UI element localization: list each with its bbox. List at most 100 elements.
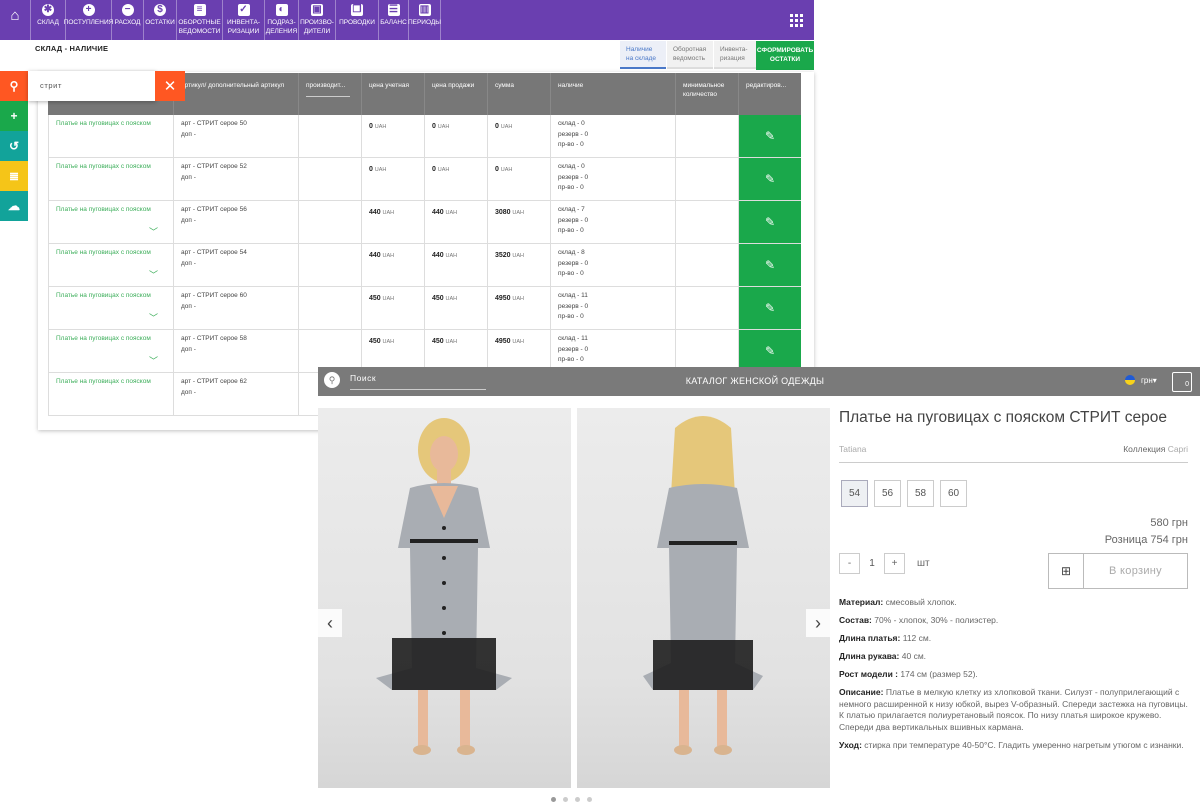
money-value: 440	[432, 209, 444, 216]
toolbar-button[interactable]: + ПОСТУПЛЕНИЯ	[64, 0, 113, 40]
edit-button[interactable]: ✎	[739, 330, 801, 372]
pencil-icon: ✎	[764, 214, 776, 229]
search-input[interactable]: стрит	[28, 71, 156, 101]
money-value: 440	[432, 252, 444, 259]
currency-label: грн	[1141, 376, 1153, 385]
price: 580 грн	[1150, 517, 1188, 529]
toolbar-button[interactable]: ≡ ОБОРОТНЫЕ ВЕДОМОСТИ	[177, 0, 223, 40]
article-cell: арт - СТРИТ серое 60 доп -	[174, 287, 299, 329]
product-name-link[interactable]: Платье на пуговицах с пояском	[56, 163, 151, 170]
cost-cell: 450 UAH	[362, 287, 425, 329]
toolbar-button[interactable]: − РАСХОД	[112, 0, 144, 40]
table-row: Платье на пуговицах с пояском ﹀ арт - СТРИ…	[48, 287, 801, 330]
next-photo-button[interactable]: ›	[806, 609, 830, 637]
apps-grid-button[interactable]	[778, 0, 814, 40]
product-name-link[interactable]: Платье на пуговицах с пояском	[56, 378, 151, 385]
spec-key: Длина рукава:	[839, 651, 900, 661]
money-value: 0	[432, 123, 436, 130]
edit-button[interactable]: ✎	[739, 287, 801, 329]
article-text: арт - СТРИТ серое 52	[181, 163, 247, 170]
upload-button[interactable]: ☁	[0, 191, 28, 221]
product-name-link[interactable]: Платье на пуговицах с пояском	[56, 249, 151, 256]
currency-label: UAH	[512, 210, 525, 216]
extra-article-text: доп -	[181, 173, 196, 181]
cart-icon[interactable]: 0	[1172, 372, 1192, 392]
money-value: 4950	[495, 295, 511, 302]
product-name-cell[interactable]: Платье на пуговицах с пояском	[48, 115, 174, 157]
toolbar-button[interactable]: ✓ ИНВЕНТА- РИЗАЦИИ	[223, 0, 265, 40]
article-cell: арт - СТРИТ серое 58 доп -	[174, 330, 299, 372]
article-cell: арт - СТРИТ серое 52 доп -	[174, 158, 299, 200]
availability-cell: склад - 7 резерв - 0 пр-во - 0	[551, 201, 676, 243]
min-qty-cell	[676, 201, 739, 243]
product-name-link[interactable]: Платье на пуговицах с пояском	[56, 206, 151, 213]
cart-count: 0	[1185, 381, 1189, 388]
product-name-link[interactable]: Платье на пуговицах с пояском	[56, 292, 151, 299]
tab-inventory[interactable]: Инвента- ризация	[714, 41, 756, 69]
currency-label: UAH	[382, 253, 395, 259]
history-button[interactable]: ↺	[0, 131, 28, 161]
product-name-cell[interactable]: Платье на пуговицах с пояском ﹀	[48, 201, 174, 243]
spec-line: Рост модели : 174 см (размер 52).	[839, 669, 1189, 681]
size-option[interactable]: 60	[940, 480, 967, 507]
shop-search-input[interactable]: Поиск	[350, 373, 486, 390]
size-option[interactable]: 56	[874, 480, 901, 507]
currency-selector[interactable]: грн▾	[1141, 376, 1157, 385]
product-name-cell[interactable]: Платье на пуговицах с пояском ﹀	[48, 330, 174, 372]
product-name-cell[interactable]: Платье на пуговицах с пояском ﹀	[48, 244, 174, 286]
tab-stock[interactable]: Наличие на складе	[620, 41, 666, 69]
search-icon: ⚲	[9, 79, 19, 93]
reserve-text: резерв - 0	[558, 302, 589, 310]
search-button[interactable]: ⚲	[0, 71, 28, 101]
chevron-down-icon[interactable]: ﹀	[149, 271, 158, 280]
add-button[interactable]: +	[0, 101, 28, 131]
product-name-cell[interactable]: Платье на пуговицах с пояском	[48, 158, 174, 200]
edit-button[interactable]: ✎	[739, 115, 801, 157]
toolbar-button[interactable]: ◐ ПОДРАЗ- ДЕЛЕНИЯ	[265, 0, 299, 40]
product-name-link[interactable]: Платье на пуговицах с пояском	[56, 120, 151, 127]
home-button[interactable]: ⌂	[0, 0, 31, 40]
edit-button[interactable]: ✎	[739, 244, 801, 286]
edit-button[interactable]: ✎	[739, 201, 801, 243]
toolbar-button[interactable]: $ ОСТАТКИ	[144, 0, 177, 40]
edit-button[interactable]: ✎	[739, 158, 801, 200]
pencil-icon: ✎	[764, 343, 776, 358]
size-option[interactable]: 54	[841, 480, 868, 507]
pages-icon: ❐	[351, 4, 363, 16]
prev-photo-button[interactable]: ‹	[318, 609, 342, 637]
form-balance-button[interactable]: СФОРМИРОВАТЬ ОСТАТКИ	[756, 41, 814, 70]
minus-circle-icon: −	[121, 4, 134, 16]
article-text: арт - СТРИТ серое 62	[181, 378, 247, 385]
header-cell-manufacturer[interactable]: производит...	[299, 73, 362, 115]
product-name-cell[interactable]: Платье на пуговицах с пояском ﹀	[48, 287, 174, 329]
toolbar-label: ИНВЕНТА- РИЗАЦИИ	[227, 19, 260, 35]
chevron-down-icon[interactable]: ﹀	[149, 228, 158, 237]
chevron-down-icon[interactable]: ﹀	[149, 357, 158, 366]
toolbar-button[interactable]: ▥ ПЕРИОДЫ	[408, 0, 441, 40]
toolbar-button[interactable]: ▣ ПРОИЗВО- ДИТЕЛИ	[299, 0, 336, 40]
collection: Коллекция Capri	[1060, 444, 1188, 454]
product-name-cell[interactable]: Платье на пуговицах с пояском	[48, 373, 174, 415]
toolbar-label: ПРОИЗВО- ДИТЕЛИ	[300, 19, 334, 35]
spec-value: смесовый хлопок.	[885, 597, 957, 607]
qty-minus-button[interactable]: -	[839, 553, 860, 574]
plus-circle-icon: +	[82, 4, 95, 16]
toolbar-button[interactable]: ❐ ПРОВОДКИ	[336, 0, 379, 40]
product-name-link[interactable]: Платье на пуговицах с пояском	[56, 335, 151, 342]
add-to-cart-button[interactable]: ⊞ В корзину	[1048, 553, 1188, 589]
qty-plus-button[interactable]: +	[884, 553, 905, 574]
quantity-value[interactable]: 1	[866, 558, 878, 569]
tab-turnover[interactable]: Оборотная ведомость	[667, 41, 713, 69]
collection-label: Коллекция	[1123, 444, 1166, 454]
search-icon[interactable]: ⚲	[324, 372, 340, 388]
notes-button[interactable]: ≣	[0, 161, 28, 191]
clear-search-button[interactable]: ✕	[155, 71, 185, 101]
currency-label: UAH	[512, 253, 525, 259]
divider	[839, 462, 1188, 463]
cost-cell: 0 UAH	[362, 115, 425, 157]
toolbar-button[interactable]: ☰ БАЛАНС	[379, 0, 409, 40]
production-text: пр-во - 0	[558, 184, 584, 191]
toolbar-warehouse[interactable]: ✱ СКЛАД	[31, 0, 66, 40]
chevron-down-icon[interactable]: ﹀	[149, 314, 158, 323]
size-option[interactable]: 58	[907, 480, 934, 507]
